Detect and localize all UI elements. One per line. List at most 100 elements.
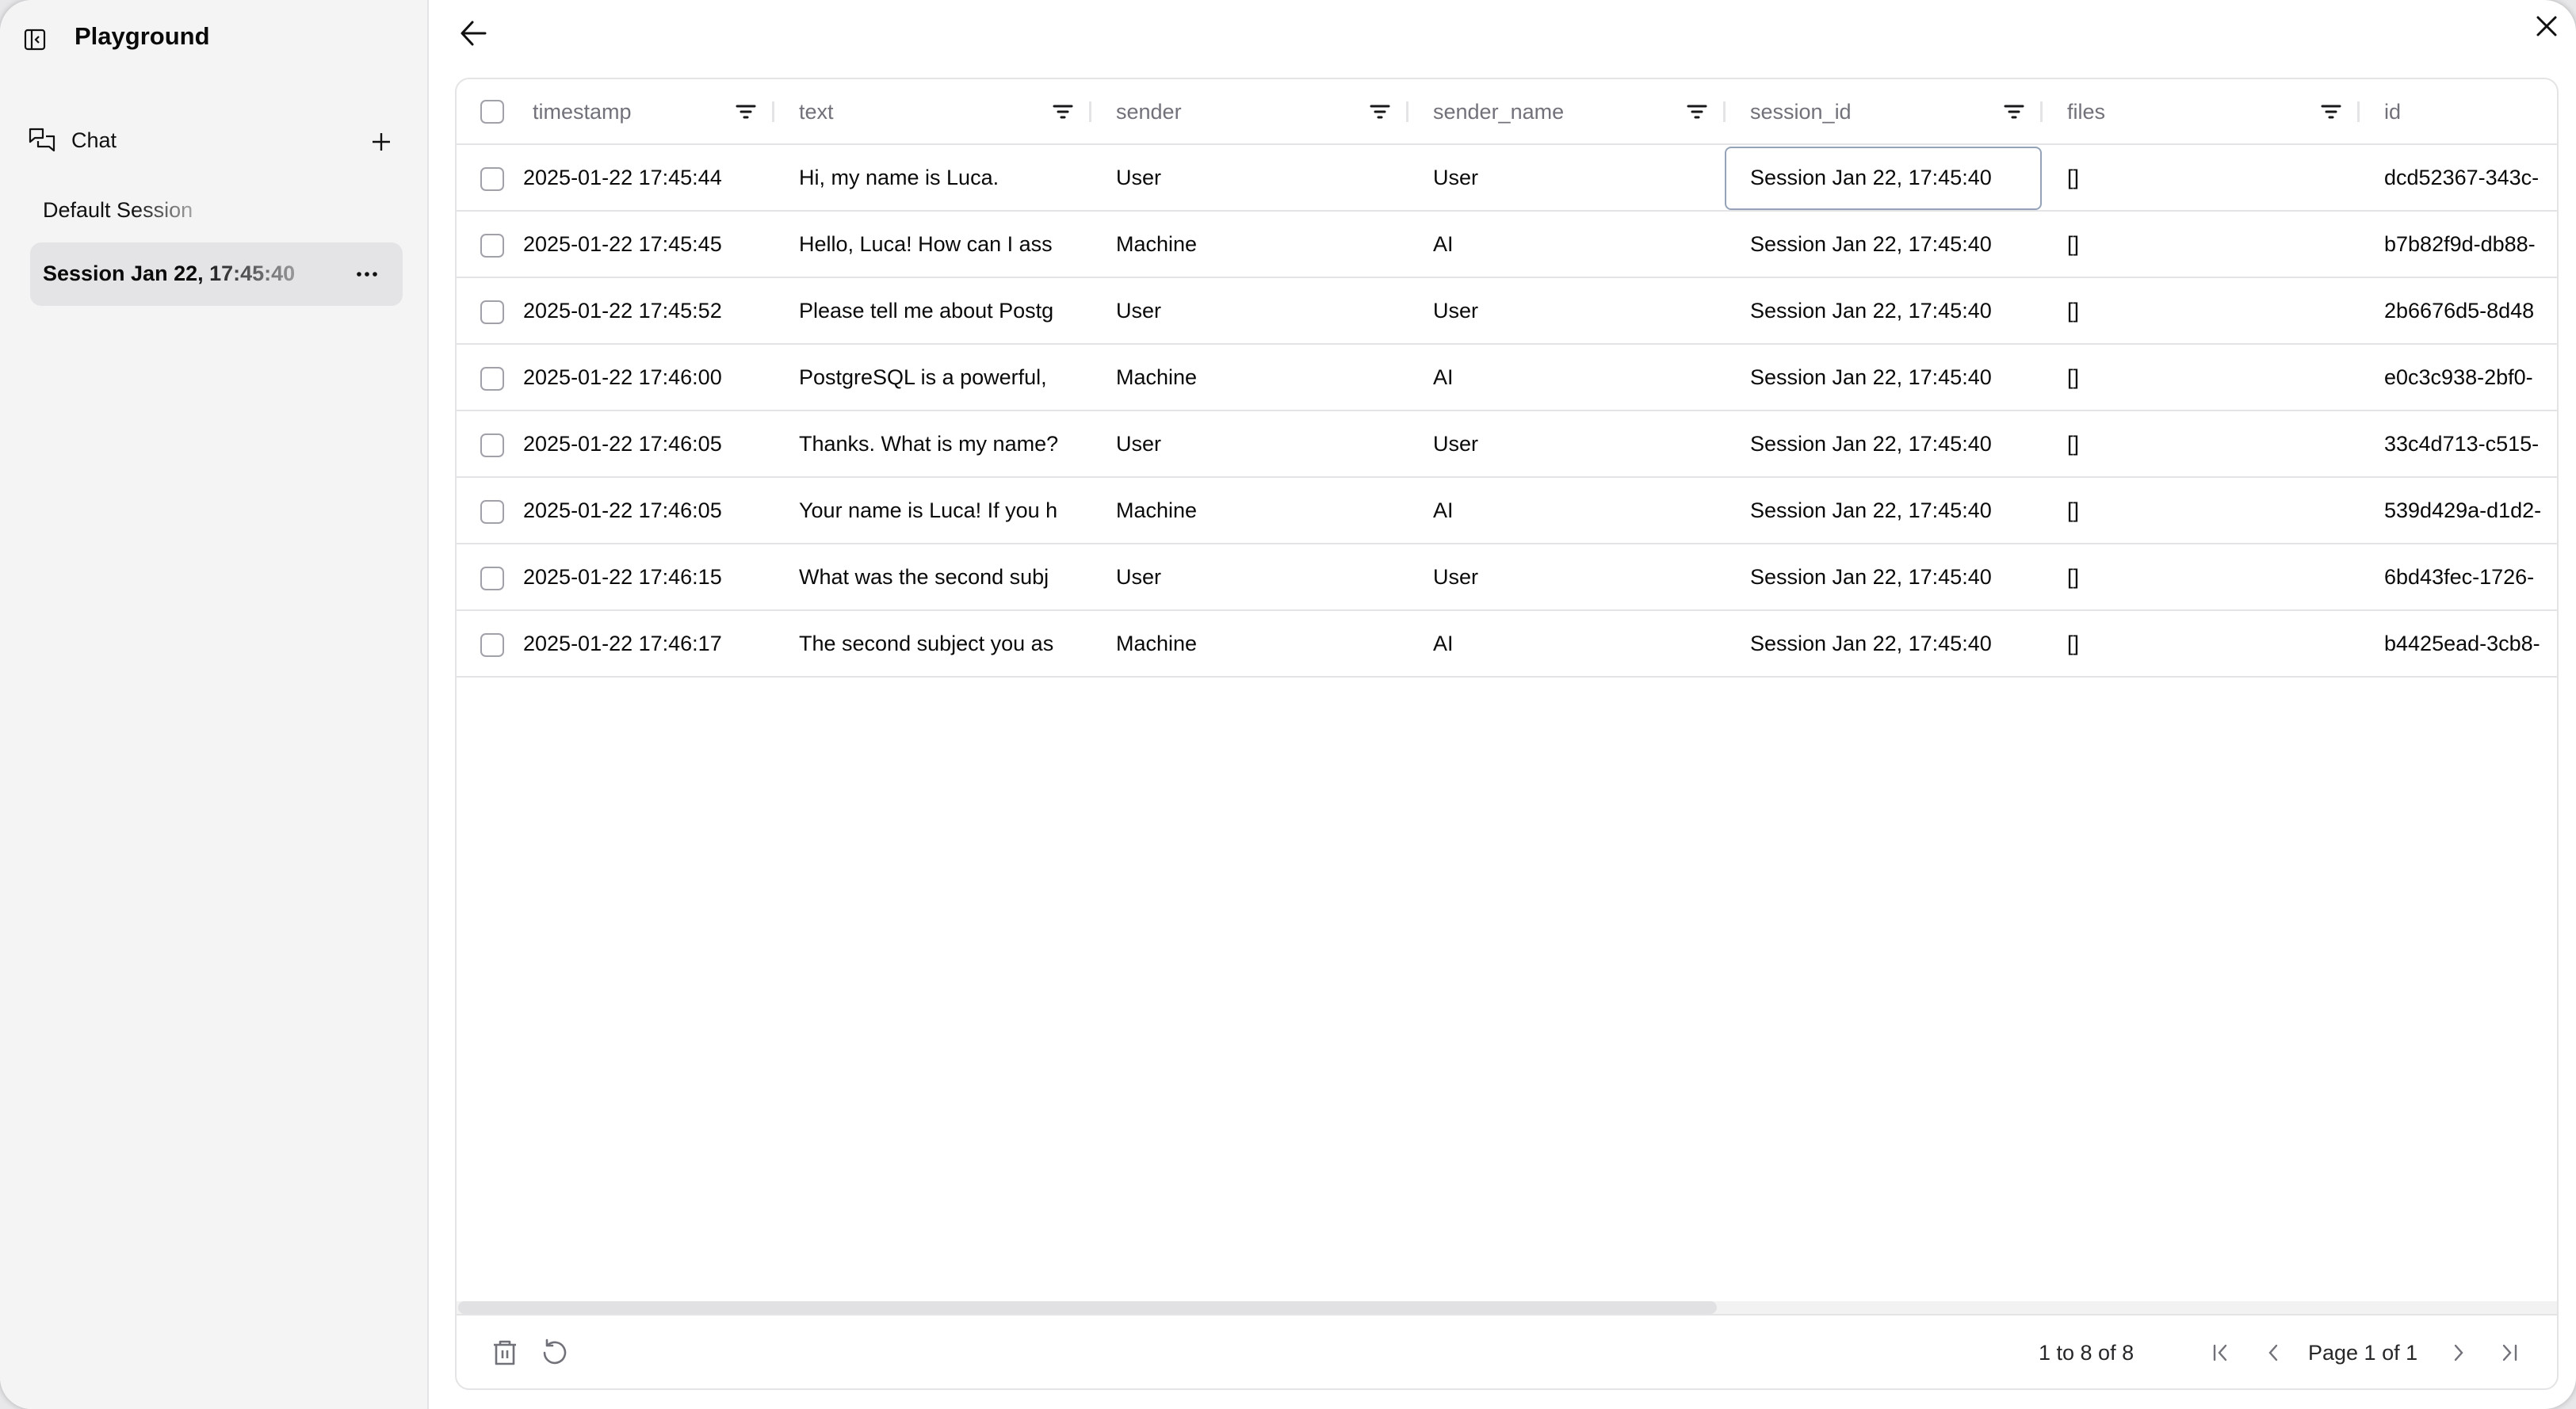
cell-sender-name[interactable]: User [1433, 278, 1734, 343]
arrow-left-icon[interactable] [458, 17, 490, 49]
cell-session-id[interactable]: Session Jan 22, 17:45:40 [1750, 611, 2051, 676]
column-header-files[interactable]: files [2067, 79, 2105, 145]
x-icon[interactable] [2535, 14, 2559, 38]
cell-files[interactable]: [] [2067, 411, 2368, 476]
cell-session-id[interactable]: Session Jan 22, 17:45:40 [1750, 278, 2051, 343]
cell-files[interactable]: [] [2067, 278, 2368, 343]
table-row[interactable]: 2025-01-22 17:46:17 The second subject yo… [457, 611, 2557, 678]
cell-timestamp[interactable]: 2025-01-22 17:46:00 [523, 345, 824, 410]
cell-text[interactable]: Hi, my name is Luca. [799, 145, 1068, 210]
cell-sender-name[interactable]: AI [1433, 611, 1734, 676]
cell-session-id[interactable]: Session Jan 22, 17:45:40 [1750, 544, 2051, 609]
cell-sender-name[interactable]: User [1433, 411, 1734, 476]
table-row[interactable]: 2025-01-22 17:45:45 Hello, Luca! How can … [457, 212, 2557, 278]
cell-timestamp[interactable]: 2025-01-22 17:46:17 [523, 611, 824, 676]
cell-timestamp[interactable]: 2025-01-22 17:46:05 [523, 411, 824, 476]
row-checkbox[interactable] [480, 167, 504, 191]
trash-icon[interactable] [490, 1338, 520, 1368]
table-row[interactable]: 2025-01-22 17:46:05 Your name is Luca! If… [457, 478, 2557, 544]
row-checkbox[interactable] [480, 433, 504, 457]
cell-id[interactable]: 6bd43fec-1726- [2384, 544, 2557, 609]
column-header-sender-name[interactable]: sender_name [1433, 79, 1564, 145]
list-filter-icon[interactable] [1051, 100, 1075, 124]
list-filter-icon[interactable] [1368, 100, 1392, 124]
chevron-left-icon[interactable] [2261, 1339, 2285, 1366]
cell-id[interactable]: b7b82f9d-db88- [2384, 212, 2557, 277]
column-resize-handle[interactable] [772, 101, 774, 122]
list-filter-icon[interactable] [2319, 100, 2343, 124]
column-resize-handle[interactable] [1089, 101, 1091, 122]
cell-text[interactable]: Thanks. What is my name? [799, 411, 1068, 476]
row-checkbox[interactable] [480, 367, 504, 391]
cell-sender-name[interactable]: AI [1433, 345, 1734, 410]
cell-session-id[interactable]: Session Jan 22, 17:45:40 [1750, 411, 2051, 476]
row-checkbox[interactable] [480, 633, 504, 657]
cell-session-id[interactable]: Session Jan 22, 17:45:40 [1750, 478, 2051, 543]
table-row[interactable]: 2025-01-22 17:45:44 Hi, my name is Luca. U… [457, 145, 2557, 212]
cell-session-id[interactable]: Session Jan 22, 17:45:40 [1750, 345, 2051, 410]
cell-text[interactable]: PostgreSQL is a powerful, [799, 345, 1068, 410]
list-filter-icon[interactable] [734, 100, 758, 124]
cell-files[interactable]: [] [2067, 212, 2368, 277]
cell-sender[interactable]: Machine [1116, 212, 1417, 277]
column-resize-handle[interactable] [1723, 101, 1726, 122]
panel-left-close-icon[interactable] [24, 29, 46, 51]
cell-sender-name[interactable]: User [1433, 145, 1734, 210]
rotate-ccw-icon[interactable] [540, 1338, 570, 1368]
table-row[interactable]: 2025-01-22 17:46:05 Thanks. What is my na… [457, 411, 2557, 478]
new-chat-plus-icon[interactable] [369, 130, 393, 154]
column-resize-handle[interactable] [2357, 101, 2360, 122]
cell-sender-name[interactable]: User [1433, 544, 1734, 609]
cell-sender[interactable]: Machine [1116, 345, 1417, 410]
horizontal-scrollbar[interactable] [457, 1301, 2557, 1315]
cell-timestamp[interactable]: 2025-01-22 17:45:44 [523, 145, 824, 210]
cell-files[interactable]: [] [2067, 544, 2368, 609]
column-header-id[interactable]: id [2384, 79, 2401, 145]
row-checkbox[interactable] [480, 567, 504, 590]
cell-id[interactable]: 33c4d713-c515- [2384, 411, 2557, 476]
cell-sender-name[interactable]: AI [1433, 478, 1734, 543]
table-row[interactable]: 2025-01-22 17:46:00 PostgreSQL is a power… [457, 345, 2557, 411]
cell-id[interactable]: 2b6676d5-8d48 [2384, 278, 2557, 343]
cell-id[interactable]: b4425ead-3cb8- [2384, 611, 2557, 676]
cell-id[interactable]: dcd52367-343c- [2384, 145, 2557, 210]
session-item-active[interactable]: Session Jan 22, 17:45:40 [30, 242, 403, 306]
session-item-default[interactable]: Default Session [30, 179, 403, 242]
table-row[interactable]: 2025-01-22 17:46:15 What was the second s… [457, 544, 2557, 611]
ellipsis-icon[interactable] [355, 263, 379, 285]
cell-id[interactable]: 539d429a-d1d2- [2384, 478, 2557, 543]
column-header-sender[interactable]: sender [1116, 79, 1182, 145]
list-filter-icon[interactable] [1685, 100, 1709, 124]
chevron-right-icon[interactable] [2447, 1339, 2471, 1366]
list-filter-icon[interactable] [2002, 100, 2026, 124]
cell-timestamp[interactable]: 2025-01-22 17:46:05 [523, 478, 824, 543]
table-row[interactable]: 2025-01-22 17:45:52 Please tell me about … [457, 278, 2557, 345]
cell-files[interactable]: [] [2067, 345, 2368, 410]
cell-text[interactable]: The second subject you as [799, 611, 1068, 676]
chevrons-last-icon[interactable] [2498, 1339, 2521, 1366]
cell-text[interactable]: Hello, Luca! How can I ass [799, 212, 1068, 277]
horizontal-scrollbar-thumb[interactable] [458, 1301, 1717, 1314]
cell-timestamp[interactable]: 2025-01-22 17:45:52 [523, 278, 824, 343]
cell-sender-name[interactable]: AI [1433, 212, 1734, 277]
cell-sender[interactable]: User [1116, 278, 1417, 343]
column-header-text[interactable]: text [799, 79, 834, 145]
cell-text[interactable]: What was the second subj [799, 544, 1068, 609]
cell-sender[interactable]: Machine [1116, 611, 1417, 676]
cell-files[interactable]: [] [2067, 478, 2368, 543]
cell-timestamp[interactable]: 2025-01-22 17:45:45 [523, 212, 824, 277]
cell-id[interactable]: e0c3c938-2bf0- [2384, 345, 2557, 410]
row-checkbox[interactable] [480, 300, 504, 324]
cell-sender[interactable]: User [1116, 544, 1417, 609]
cell-files[interactable]: [] [2067, 145, 2368, 210]
row-checkbox[interactable] [480, 234, 504, 258]
cell-session-id[interactable]: Session Jan 22, 17:45:40 [1750, 145, 2051, 210]
select-all-checkbox[interactable] [480, 100, 504, 124]
column-resize-handle[interactable] [2040, 101, 2043, 122]
row-checkbox[interactable] [480, 500, 504, 524]
column-resize-handle[interactable] [1406, 101, 1408, 122]
cell-text[interactable]: Please tell me about Postg [799, 278, 1068, 343]
cell-sender[interactable]: Machine [1116, 478, 1417, 543]
cell-sender[interactable]: User [1116, 411, 1417, 476]
cell-files[interactable]: [] [2067, 611, 2368, 676]
